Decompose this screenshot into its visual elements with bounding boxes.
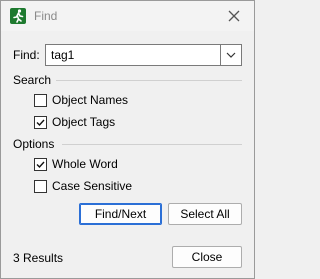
find-input[interactable] [46,45,218,65]
select-all-button[interactable]: Select All [168,203,242,225]
close-icon[interactable] [225,7,243,25]
window-title: Find [34,9,58,23]
find-combobox[interactable] [45,44,242,66]
checkmark-icon [36,161,45,169]
object-tags-label: Object Tags [52,115,116,129]
close-button[interactable]: Close [172,246,242,268]
checkbox-box[interactable] [34,180,47,193]
checkbox-box[interactable] [34,116,47,129]
running-man-icon [10,8,26,24]
search-heading: Search [13,73,52,87]
checkbox-box[interactable] [34,94,47,107]
case-sensitive-label: Case Sensitive [52,179,133,193]
options-divider [62,144,242,145]
find-label: Find: [13,48,40,62]
options-heading: Options [13,137,55,151]
title-bar[interactable]: Find [1,1,254,31]
search-divider [56,80,242,81]
find-dropdown-button[interactable] [220,45,241,65]
find-dialog: Find Find: Search Object Names Object Ta… [0,0,255,279]
chevron-down-icon [226,52,236,58]
find-next-button[interactable]: Find/Next [79,203,162,225]
results-status: 3 Results [13,251,64,265]
checkbox-box[interactable] [34,158,47,171]
checkmark-icon [36,119,45,127]
object-names-label: Object Names [52,93,129,107]
whole-word-label: Whole Word [52,157,118,171]
